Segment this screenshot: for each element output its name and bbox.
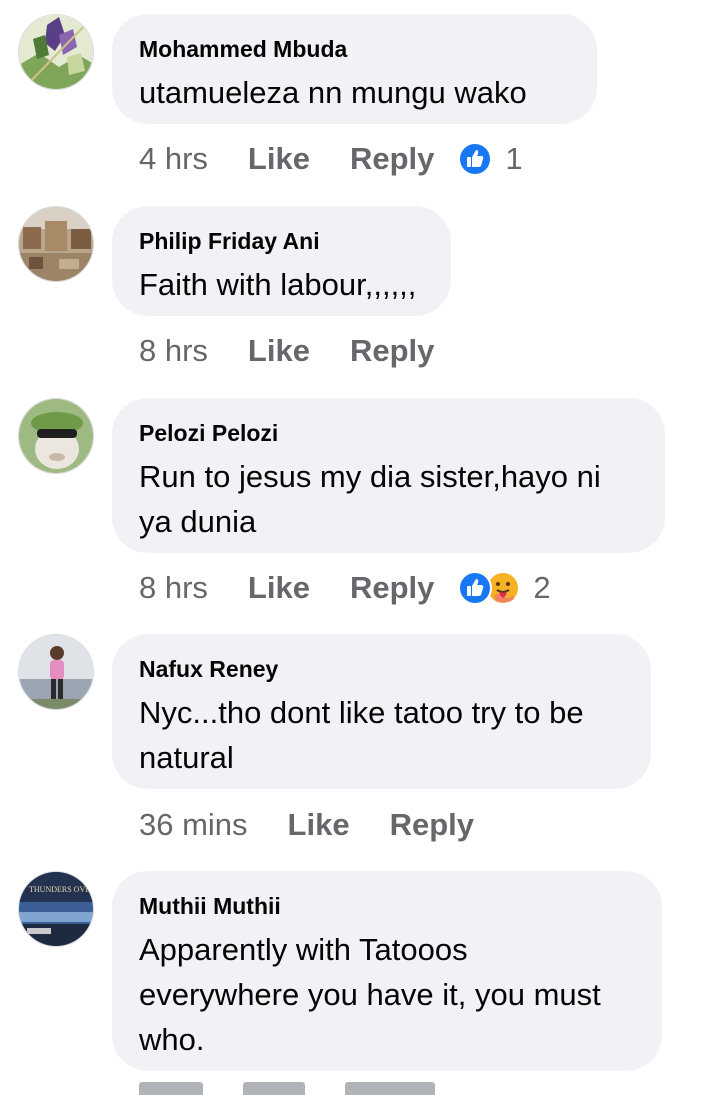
- comment-actions-cutoff: [139, 1082, 720, 1095]
- avatar[interactable]: [18, 398, 94, 474]
- comment-timestamp[interactable]: 8 hrs: [139, 570, 208, 606]
- reply-button[interactable]: Reply: [350, 570, 434, 606]
- like-icon: [458, 142, 493, 176]
- comment-text: utamueleza nn mungu wako: [139, 75, 527, 110]
- like-button[interactable]: Like: [248, 570, 310, 606]
- comment-text: Nyc...tho dont like tatoo try to be natu…: [139, 695, 584, 775]
- comment-bubble: Pelozi Pelozi Run to jesus my dia sister…: [112, 398, 665, 553]
- like-button[interactable]: Like: [248, 333, 310, 369]
- comment-author[interactable]: Nafux Reney: [139, 656, 623, 682]
- reply-button[interactable]: Reply: [350, 141, 434, 177]
- like-button[interactable]: Like: [288, 807, 350, 843]
- comment-actions: 8 hrs Like Reply 2: [139, 568, 551, 608]
- reactions-summary[interactable]: 1: [458, 141, 523, 177]
- comment-author[interactable]: Pelozi Pelozi: [139, 420, 637, 446]
- avatar[interactable]: [18, 14, 94, 90]
- comment-actions: 4 hrs Like Reply 1: [139, 139, 523, 179]
- comment-bubble: Muthii Muthii Apparently with Tatooos ev…: [112, 871, 662, 1071]
- avatar-logo-text: THUNDERS OVER: [29, 885, 94, 894]
- reactions-summary[interactable]: 2: [458, 570, 551, 606]
- comment-bubble: Nafux Reney Nyc...tho dont like tatoo tr…: [112, 634, 651, 789]
- comment-author[interactable]: Muthii Muthii: [139, 893, 634, 919]
- reaction-count: 1: [505, 141, 523, 176]
- comment-timestamp[interactable]: 36 mins: [139, 807, 248, 843]
- comment-text: Run to jesus my dia sister,hayo ni ya du…: [139, 459, 601, 539]
- comment-author[interactable]: Mohammed Mbuda: [139, 36, 569, 62]
- comment-timestamp[interactable]: 8 hrs: [139, 333, 208, 369]
- like-icon: [458, 571, 493, 605]
- comment-actions: 36 mins Like Reply: [139, 805, 514, 845]
- avatar[interactable]: [18, 206, 94, 282]
- avatar[interactable]: [18, 634, 94, 710]
- comment-actions: 8 hrs Like Reply: [139, 331, 474, 371]
- comment-bubble: Philip Friday Ani Faith with labour,,,,,…: [112, 206, 451, 316]
- comment-bubble: Mohammed Mbuda utamueleza nn mungu wako: [112, 14, 597, 124]
- reaction-count: 2: [533, 570, 551, 605]
- avatar[interactable]: THUNDERS OVER: [18, 871, 94, 947]
- reply-button[interactable]: Reply: [350, 333, 434, 369]
- comment-timestamp[interactable]: 4 hrs: [139, 141, 208, 177]
- comment-author[interactable]: Philip Friday Ani: [139, 228, 423, 254]
- comment-text: Faith with labour,,,,,,: [139, 267, 417, 302]
- like-button[interactable]: Like: [248, 141, 310, 177]
- reply-button[interactable]: Reply: [390, 807, 474, 843]
- comment-text: Apparently with Tatooos everywhere you h…: [139, 932, 601, 1057]
